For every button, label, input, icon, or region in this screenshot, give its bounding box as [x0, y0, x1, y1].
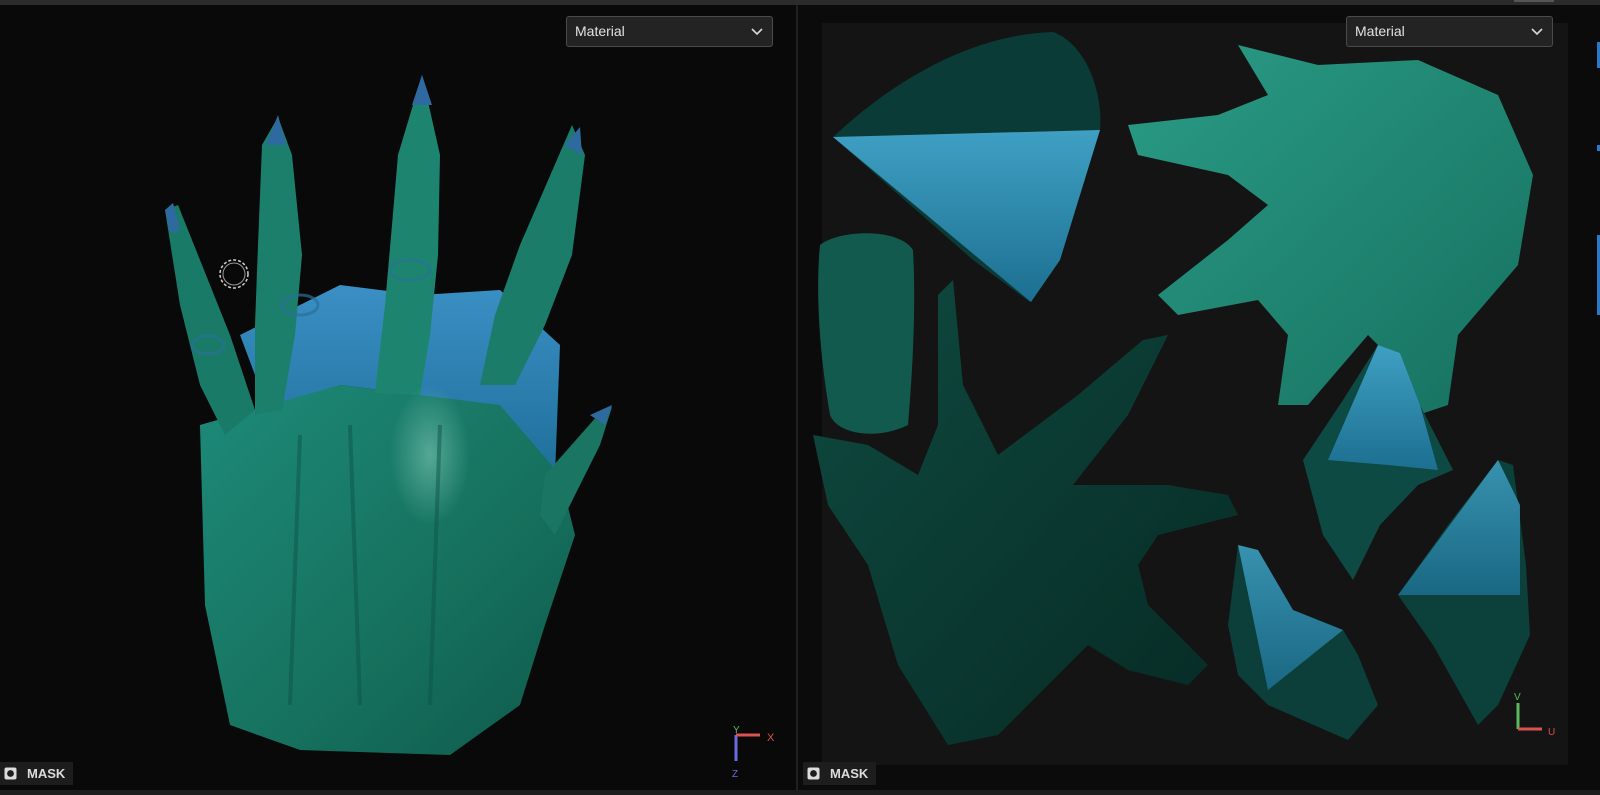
uv-layout[interactable]	[798, 5, 1600, 790]
top-strip-handle[interactable]	[1514, 0, 1554, 2]
mask-toggle-icon	[4, 767, 17, 780]
axis-label-y: Y	[733, 725, 740, 736]
view-mode-label: Material	[1355, 23, 1405, 39]
mask-label: MASK	[830, 766, 869, 781]
mask-toggle-icon	[807, 767, 820, 780]
axis-label-z: Z	[732, 769, 738, 780]
chevron-down-icon	[1531, 28, 1543, 36]
axis-gizmo: Y X Z	[732, 725, 775, 780]
mask-toggle-button-3d[interactable]: MASK	[0, 762, 73, 785]
bottom-strip	[0, 790, 1600, 795]
mask-toggle-button-uv[interactable]: MASK	[803, 762, 876, 785]
brush-cursor-icon	[219, 259, 249, 289]
viewport-uv[interactable]: Material V U	[798, 5, 1600, 790]
chevron-down-icon	[751, 28, 763, 36]
viewport-3d[interactable]: Material Y X Z	[0, 5, 796, 790]
uv-label-v: V	[1514, 692, 1521, 703]
uv-label-u: U	[1548, 727, 1555, 738]
hand-mesh[interactable]	[0, 5, 796, 790]
view-mode-label: Material	[575, 23, 625, 39]
view-mode-dropdown-uv[interactable]: Material	[1346, 16, 1553, 47]
axis-label-x: X	[767, 732, 775, 744]
uv-gizmo: V U	[1514, 692, 1555, 738]
mask-label: MASK	[27, 766, 66, 781]
view-mode-dropdown-3d[interactable]: Material	[566, 16, 773, 47]
